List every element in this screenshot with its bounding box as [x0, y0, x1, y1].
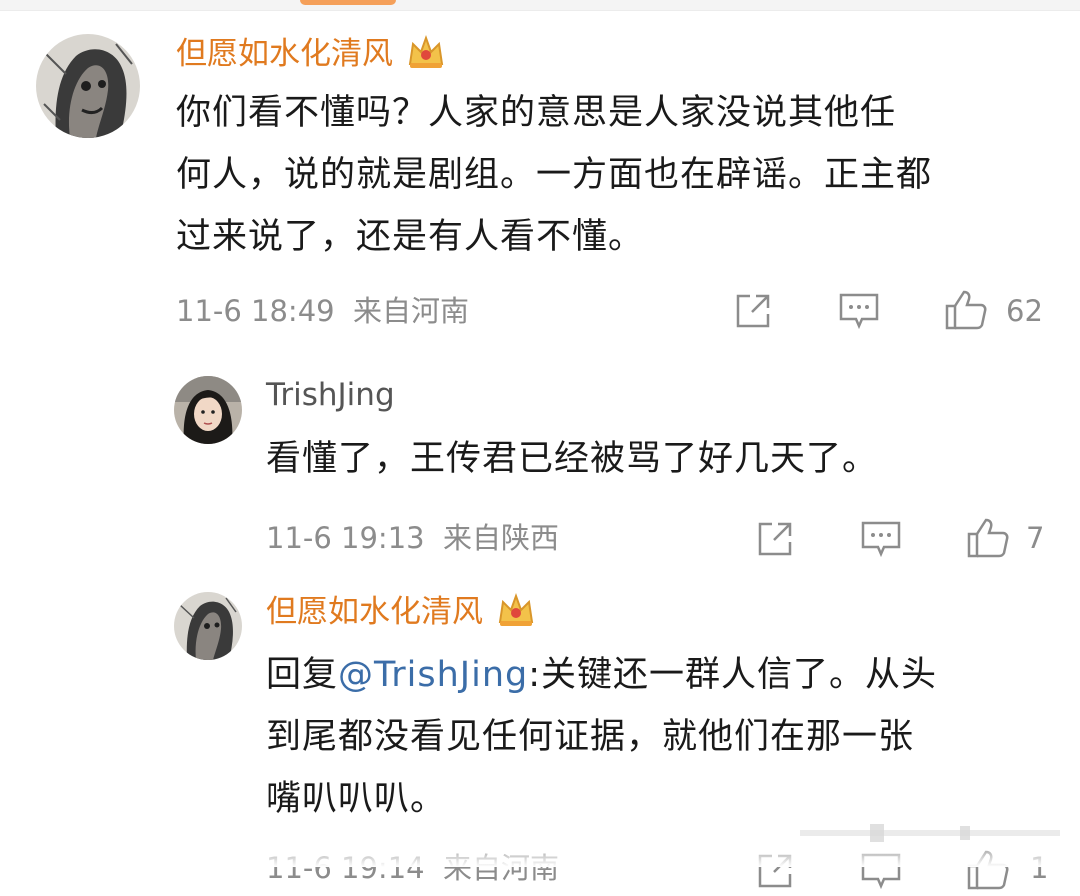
- comment-line: 到尾都没看见任何证据，就他们在那一张: [266, 717, 915, 757]
- comment-icon[interactable]: [860, 520, 902, 562]
- bottom-fade: [0, 842, 1080, 867]
- comment-author[interactable]: 但愿如水化清风: [266, 592, 535, 637]
- comment-location: 来自河南: [353, 294, 470, 328]
- comment-line: 你们看不懂吗？人家的意思是人家没说其他任: [176, 93, 897, 133]
- comment-time: 11-6 19:13: [266, 521, 425, 555]
- top-tab-indicator: [300, 0, 396, 5]
- comment-text: 看懂了，王传君已经被骂了好几天了。: [266, 428, 1056, 490]
- comment-time: 11-6 18:49: [176, 294, 335, 328]
- comment-icon[interactable]: [838, 292, 880, 334]
- comment-text: 你们看不懂吗？人家的意思是人家没说其他任 何人，说的就是剧组。一方面也在辟谣。正…: [176, 82, 1056, 268]
- comment-meta: 11-6 19:13 来自陕西: [266, 520, 559, 556]
- mention-link[interactable]: @TrishJing: [338, 655, 528, 695]
- comment-location: 来自陕西: [443, 521, 560, 555]
- author-name[interactable]: TrishJing: [266, 377, 395, 413]
- comment-line: 嘴叭叭叭。: [266, 779, 447, 819]
- author-name[interactable]: 但愿如水化清风: [266, 594, 483, 630]
- crown-badge-icon: [407, 34, 445, 79]
- comment-line: 何人，说的就是剧组。一方面也在辟谣。正主都: [176, 155, 933, 195]
- author-name[interactable]: 但愿如水化清风: [176, 36, 393, 72]
- thumbs-up-icon[interactable]: [966, 516, 1010, 564]
- comment-author[interactable]: 但愿如水化清风: [176, 34, 445, 79]
- top-bar: [0, 0, 1080, 11]
- crown-badge-icon: [497, 592, 535, 637]
- like-count: 7: [1026, 521, 1045, 555]
- comment-line: 过来说了，还是有人看不懂。: [176, 217, 645, 257]
- like-count: 62: [1006, 294, 1043, 328]
- comment-text: 回复@TrishJing:关键还一群人信了。从头 到尾都没看见任何证据，就他们在…: [266, 644, 1056, 830]
- comment-line: 看懂了，王传君已经被骂了好几天了。: [266, 439, 879, 479]
- watermark: [800, 822, 1060, 844]
- reply-text: :关键还一群人信了。从头: [528, 655, 938, 695]
- share-icon[interactable]: [734, 292, 772, 334]
- comment-meta: 11-6 18:49 来自河南: [176, 293, 469, 329]
- comment-line: 回复@TrishJing:关键还一群人信了。从头: [266, 644, 1056, 706]
- avatar[interactable]: [174, 376, 242, 444]
- thumbs-up-icon[interactable]: [944, 288, 988, 336]
- avatar[interactable]: [36, 34, 140, 138]
- avatar[interactable]: [174, 592, 242, 660]
- share-icon[interactable]: [756, 520, 794, 562]
- comment-author[interactable]: TrishJing: [266, 376, 395, 414]
- reply-prefix: 回复: [266, 655, 339, 695]
